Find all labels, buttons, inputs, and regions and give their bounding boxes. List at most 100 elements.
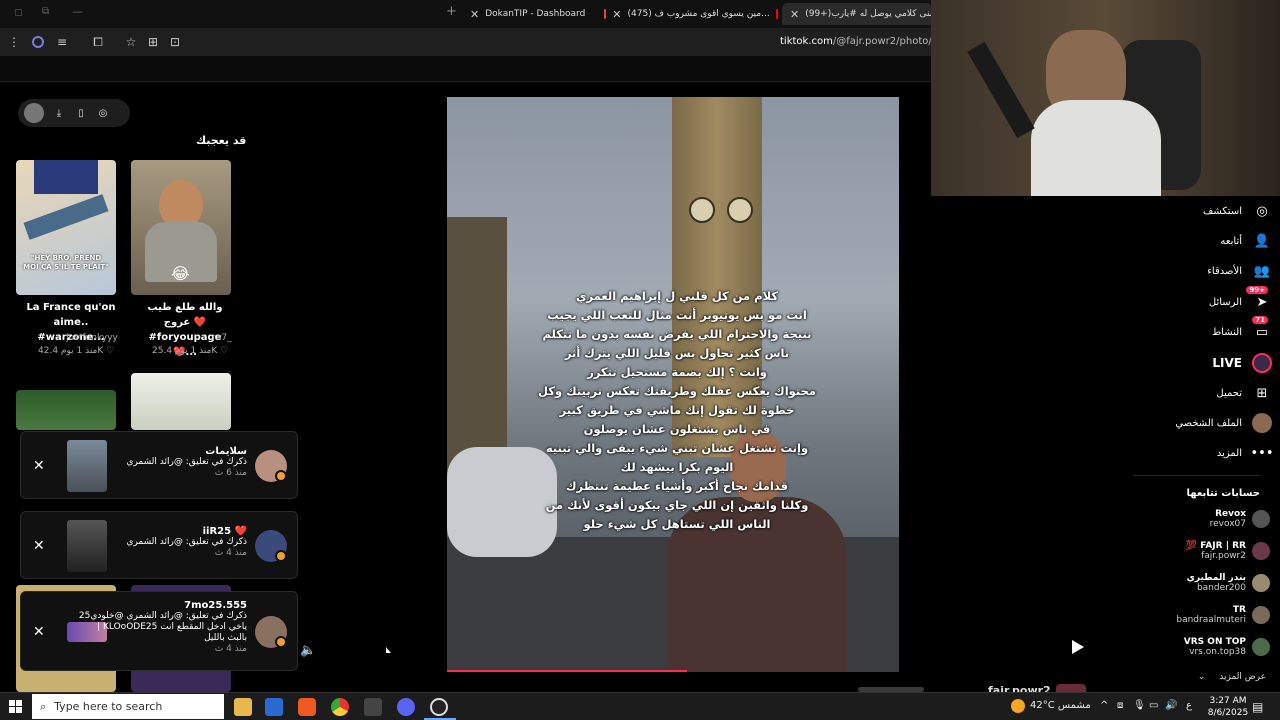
friends-icon: 👥 [1253,263,1271,279]
notification-text: iiR25 ❤️ ذكرك في تعليق: @رائد الشمري منذ… [97,526,247,559]
notification-time: منذ 4 ث [214,548,247,558]
close-icon[interactable]: ✕ [612,8,621,21]
nav-following[interactable]: أتابعه 👤 [1220,231,1272,251]
playlist-icon[interactable]: ≡ [54,34,70,50]
avatar [1252,542,1270,560]
volume-icon[interactable]: 🔊 [1165,700,1177,711]
following-account[interactable]: Revox revox07 [1210,509,1270,529]
obs-icon[interactable] [430,698,448,716]
avatar[interactable] [1056,684,1086,692]
following-account[interactable]: 💯 FAJR | RR fajr.powr2 [1186,541,1270,561]
caption-line: الناس اللي تستاهل كل شيء حلو [583,517,771,531]
badge-icon [275,550,287,562]
photo-post[interactable]: كلام من كل قلبي ل إبراهيم العمري انت مو ب… [447,97,899,672]
compass-icon[interactable]: ◎ [96,106,110,120]
notification-time: منذ 4 ث [214,644,247,654]
weather-text[interactable]: 42°C مشمس [1030,700,1091,711]
nav-more[interactable]: المزيد ••• [1217,443,1274,463]
tab-youtube[interactable]: ✕ (475) مين يسوي اقوى مشروب ف... [604,3,778,25]
nav-friends[interactable]: الأصدقاء 👥 [1207,261,1272,281]
nav-label: الملف الشخصي [1175,417,1242,429]
nav-upload[interactable]: تحميل ⊞ [1216,383,1272,403]
notification-card[interactable]: ✕ iiR25 ❤️ ذكرك في تعليق: @رائد الشمري م… [20,511,298,579]
brave-icon[interactable] [298,698,316,716]
video-meta: منذ 1 يوم 42.4K ♡ [38,346,115,356]
bookmark-star-icon[interactable]: ☆ [123,34,139,50]
close-icon[interactable]: ✕ [470,8,479,21]
play-icon[interactable] [1072,640,1084,654]
activity-badge: 71 [1252,316,1268,324]
video-user[interactable]: r.r7_ [212,333,232,343]
clock-time: 3:27 AM [1209,696,1247,706]
clock[interactable]: 3:27 AM 8/6/2025 [1206,695,1250,719]
discord-icon[interactable] [397,698,415,716]
chrome-icon[interactable] [331,698,349,716]
notification-card[interactable]: ✕ 7mo25.555 ذكرك في تعليق: @رائد الشمري … [20,591,298,671]
store-icon[interactable] [265,698,283,716]
see-more-link[interactable]: ⌄ عرض المزيد [1198,672,1266,682]
display-icon[interactable]: ▭ [1149,700,1158,711]
volume-icon[interactable]: 🔈 [300,643,316,658]
phone-icon[interactable]: ▯ [74,106,88,120]
video-thumbnail[interactable]: 😂 [131,160,231,295]
profile-icon[interactable] [30,34,46,50]
tab-tiktok[interactable]: ✕ (99+)التمنى كلامي يوصل له #يارب ♪ [782,3,932,25]
notification-text: 7mo25.555 ذكرك في تعليق: @رائد الشمري @خ… [77,600,247,655]
taskbar-search-input[interactable]: ⌕ Type here to search [32,694,224,719]
minimize-icon[interactable]: — [72,5,83,18]
translate-icon[interactable]: ⊞ [145,34,161,50]
video-thumbnail[interactable]: "HEY BRO, PREND MOI ÇA S'IL TE PLAIT" [16,160,116,295]
clock-date: 8/6/2025 [1207,708,1249,718]
notification-message: ذكرك في تعليق: @رائد الشمري [126,457,247,467]
nav-messages[interactable]: الرسائل ➤ 99+ [1209,286,1272,312]
account-handle: fajr.powr2 [1201,551,1246,561]
close-icon[interactable]: ✕ [33,458,45,474]
language-indicator[interactable]: ع [1186,700,1192,711]
avatar[interactable] [24,103,44,123]
video-user[interactable]: justfunkyyy [66,333,118,343]
window-menu-icon[interactable]: ▢ [14,8,23,18]
video-age: منذ 1 يوم [174,346,212,356]
close-icon[interactable]: ✕ [790,8,799,21]
close-icon[interactable]: ✕ [33,624,45,640]
new-tab-icon[interactable]: + [446,4,457,19]
caption-line: ناس كثير تحاول بس قليل اللي يترك أثر [564,346,790,360]
download-icon[interactable]: ⤓ [52,106,66,120]
video-thumbnail[interactable] [131,373,231,430]
microphone-icon[interactable]: 🎙 [1133,700,1146,711]
tab-dokantip[interactable]: ✕ DokanTIP - Dashboard [470,3,596,25]
caption-line: وإنت تشتغل عشان تبني شيء يبقى والي تبنيه [545,441,809,455]
tray-chevron-icon[interactable]: ^ [1100,700,1108,711]
notification-message: ذكرك في تعليق: @رائد الشمري @خلودي25 | K… [78,611,247,643]
caption-line: وكلنا واثقين إن اللي جاي بيكون أقوى لأنك… [545,498,809,512]
extensions-icon[interactable]: ⧠ [90,34,106,50]
nav-live[interactable]: LIVE [1212,353,1272,373]
windows-start-icon[interactable] [9,700,22,713]
close-icon[interactable]: ✕ [33,538,45,554]
clock-face-icon [689,197,715,223]
following-account[interactable]: VRS ON TOP vrs.on.top38 [1184,637,1270,657]
notification-user: سلايمات [205,446,247,457]
app-icon[interactable] [364,698,382,716]
network-icon[interactable]: ⧈ [1117,700,1123,711]
notifications-icon[interactable]: ▤ [1252,700,1263,714]
nav-explore[interactable]: استكشف ◎ [1203,201,1272,221]
menu-dots-icon[interactable]: ⋮ [6,34,22,50]
nav-profile[interactable]: الملف الشخصي [1175,413,1272,433]
account-handle: bandraalmuteri [1176,615,1246,625]
following-account[interactable]: بندر المطيري bander200 [1187,573,1270,593]
tab-favicon-icon [604,9,607,19]
video-thumbnail[interactable] [16,390,116,430]
tab-restore-icon[interactable]: ⧉ [42,6,49,17]
caption-line: قدامك نجاح أكبر وأشياء عظيمة تنتظرك [566,479,788,493]
file-explorer-icon[interactable] [234,698,252,716]
following-account[interactable]: TR bandraalmuteri [1176,605,1270,625]
mouse-cursor [386,647,391,653]
notification-card[interactable]: ✕ سلايمات ذكرك في تعليق: @رائد الشمري من… [20,431,298,499]
nav-label: استكشف [1203,205,1242,217]
notification-message: ذكرك في تعليق: @رائد الشمري [126,537,247,547]
webcam-overlay [931,0,1280,196]
following-icon: 👤 [1253,233,1271,249]
nav-activity[interactable]: النشاط ▭ 71 [1212,316,1272,342]
install-app-icon[interactable]: ⊡ [167,34,183,50]
